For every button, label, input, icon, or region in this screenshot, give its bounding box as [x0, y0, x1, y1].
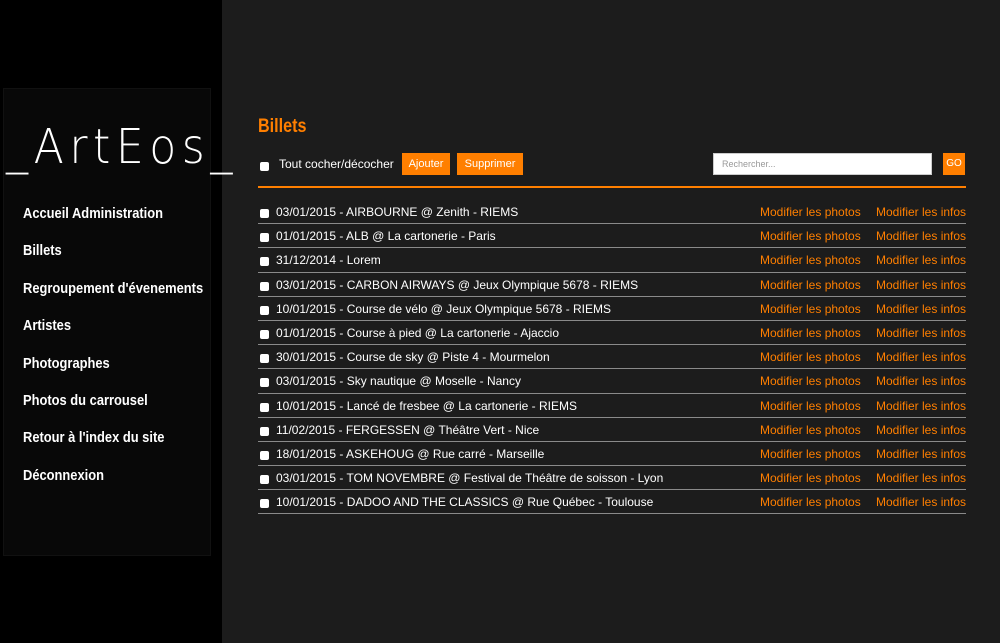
edit-photos-link[interactable]: Modifier les photos	[760, 302, 861, 316]
search-input[interactable]: Rechercher...	[713, 153, 932, 175]
table-row: 01/01/2015 - Course à pied @ La cartoner…	[258, 321, 966, 346]
row-checkbox[interactable]	[260, 329, 269, 339]
toolbar: Tout cocher/décocher Ajouter Supprimer R…	[258, 153, 966, 185]
page-title: Billets	[258, 116, 307, 137]
row-title: 03/01/2015 - AIRBOURNE @ Zenith - RIEMS	[276, 205, 519, 219]
toggle-all-checkbox[interactable]	[260, 162, 269, 171]
row-title: 31/12/2014 - Lorem	[276, 253, 381, 268]
sidebar-item-artistes[interactable]: Artistes	[23, 314, 203, 351]
sidebar-item-deconnexion[interactable]: Déconnexion	[23, 464, 203, 501]
table-row: 03/01/2015 - TOM NOVEMBRE @ Festival de …	[258, 466, 966, 491]
table-row: 10/01/2015 - DADOO AND THE CLASSICS @ Ru…	[258, 490, 966, 515]
row-title: 01/01/2015 - ALB @ La cartonerie - Paris	[276, 229, 496, 244]
row-checkbox[interactable]	[260, 499, 269, 509]
edit-infos-link[interactable]: Modifier les infos	[876, 350, 966, 364]
edit-photos-link[interactable]: Modifier les photos	[760, 350, 861, 364]
row-checkbox[interactable]	[260, 209, 269, 218]
table-row: 31/12/2014 - Lorem Modifier les photos M…	[258, 248, 966, 273]
row-checkbox[interactable]	[260, 257, 269, 267]
row-title: 03/01/2015 - TOM NOVEMBRE @ Festival de …	[276, 471, 664, 486]
edit-photos-link[interactable]: Modifier les photos	[760, 423, 861, 437]
edit-photos-link[interactable]: Modifier les photos	[760, 374, 861, 388]
edit-infos-link[interactable]: Modifier les infos	[876, 423, 966, 437]
row-checkbox[interactable]	[260, 475, 269, 485]
row-checkbox[interactable]	[260, 354, 269, 364]
divider	[258, 186, 966, 188]
ticket-list: 03/01/2015 - AIRBOURNE @ Zenith - RIEMS …	[258, 200, 966, 515]
edit-photos-link[interactable]: Modifier les photos	[760, 471, 861, 485]
row-title: 01/01/2015 - Course à pied @ La cartoner…	[276, 325, 560, 340]
edit-infos-link[interactable]: Modifier les infos	[876, 495, 966, 509]
table-row: 03/01/2015 - CARBON AIRWAYS @ Jeux Olymp…	[258, 273, 966, 297]
sidebar-nav: Accueil Administration Billets Regroupem…	[23, 202, 232, 501]
edit-photos-link[interactable]: Modifier les photos	[760, 495, 861, 509]
edit-photos-link[interactable]: Modifier les photos	[760, 253, 861, 267]
edit-infos-link[interactable]: Modifier les infos	[876, 302, 966, 316]
row-title: 10/01/2015 - DADOO AND THE CLASSICS @ Ru…	[276, 495, 654, 510]
edit-infos-link[interactable]: Modifier les infos	[876, 471, 966, 485]
edit-photos-link[interactable]: Modifier les photos	[760, 278, 861, 292]
row-checkbox[interactable]	[260, 281, 269, 291]
row-checkbox[interactable]	[260, 233, 269, 243]
row-title: 03/01/2015 - CARBON AIRWAYS @ Jeux Olymp…	[276, 277, 639, 292]
table-row: 18/01/2015 - ASKEHOUG @ Rue carré - Mars…	[258, 442, 966, 467]
edit-photos-link[interactable]: Modifier les photos	[760, 326, 861, 340]
edit-infos-link[interactable]: Modifier les infos	[876, 278, 966, 292]
table-row: 10/01/2015 - Course de vélo @ Jeux Olymp…	[258, 297, 966, 321]
row-checkbox[interactable]	[260, 450, 269, 460]
table-row: 10/01/2015 - Lancé de fresbee @ La carto…	[258, 394, 966, 418]
table-row: 01/01/2015 - ALB @ La cartonerie - Paris…	[258, 224, 966, 249]
row-title: 11/02/2015 - FERGESSEN @ Théâtre Vert - …	[276, 422, 540, 437]
edit-photos-link[interactable]: Modifier les photos	[760, 399, 861, 413]
edit-infos-link[interactable]: Modifier les infos	[876, 399, 966, 413]
edit-infos-link[interactable]: Modifier les infos	[876, 253, 966, 267]
row-title: 03/01/2015 - Sky nautique @ Moselle - Na…	[276, 374, 521, 389]
table-row: 11/02/2015 - FERGESSEN @ Théâtre Vert - …	[258, 418, 966, 442]
main-content: Billets Tout cocher/décocher Ajouter Sup…	[258, 110, 966, 515]
edit-infos-link[interactable]: Modifier les infos	[876, 229, 966, 243]
row-checkbox[interactable]	[260, 378, 269, 388]
edit-photos-link[interactable]: Modifier les photos	[760, 447, 861, 461]
table-row: 03/01/2015 - Sky nautique @ Moselle - Na…	[258, 369, 966, 394]
toggle-all-label: Tout cocher/décocher	[279, 157, 394, 171]
logo[interactable]: _ArtEos_	[6, 112, 232, 182]
edit-infos-link[interactable]: Modifier les infos	[876, 326, 966, 340]
sidebar-item-retour-index[interactable]: Retour à l'index du site	[23, 426, 203, 463]
sidebar-item-photos-carrousel[interactable]: Photos du carrousel	[23, 389, 203, 426]
row-checkbox[interactable]	[260, 426, 269, 436]
delete-button[interactable]: Supprimer	[457, 153, 523, 175]
sidebar-item-accueil-administration[interactable]: Accueil Administration	[23, 202, 203, 239]
table-row: 30/01/2015 - Course de sky @ Piste 4 - M…	[258, 345, 966, 370]
sidebar-item-photographes[interactable]: Photographes	[23, 352, 203, 389]
row-title: 10/01/2015 - Lancé de fresbee @ La carto…	[276, 398, 578, 413]
table-row: 03/01/2015 - AIRBOURNE @ Zenith - RIEMS …	[258, 200, 966, 225]
row-checkbox[interactable]	[260, 305, 269, 315]
edit-infos-link[interactable]: Modifier les infos	[876, 374, 966, 388]
row-title: 10/01/2015 - Course de vélo @ Jeux Olymp…	[276, 301, 612, 316]
go-button[interactable]: GO	[943, 153, 965, 175]
edit-infos-link[interactable]: Modifier les infos	[876, 447, 966, 461]
add-button[interactable]: Ajouter	[402, 153, 450, 175]
row-title: 30/01/2015 - Course de sky @ Piste 4 - M…	[276, 350, 550, 365]
sidebar-item-billets[interactable]: Billets	[23, 239, 203, 276]
sidebar: _ArtEos_ Accueil Administration Billets …	[0, 0, 232, 643]
edit-infos-link[interactable]: Modifier les infos	[876, 205, 966, 219]
row-checkbox[interactable]	[260, 402, 269, 412]
edit-photos-link[interactable]: Modifier les photos	[760, 229, 861, 243]
row-title: 18/01/2015 - ASKEHOUG @ Rue carré - Mars…	[276, 446, 545, 461]
sidebar-item-regroupement[interactable]: Regroupement d'évenements	[23, 277, 203, 314]
edit-photos-link[interactable]: Modifier les photos	[760, 205, 861, 219]
